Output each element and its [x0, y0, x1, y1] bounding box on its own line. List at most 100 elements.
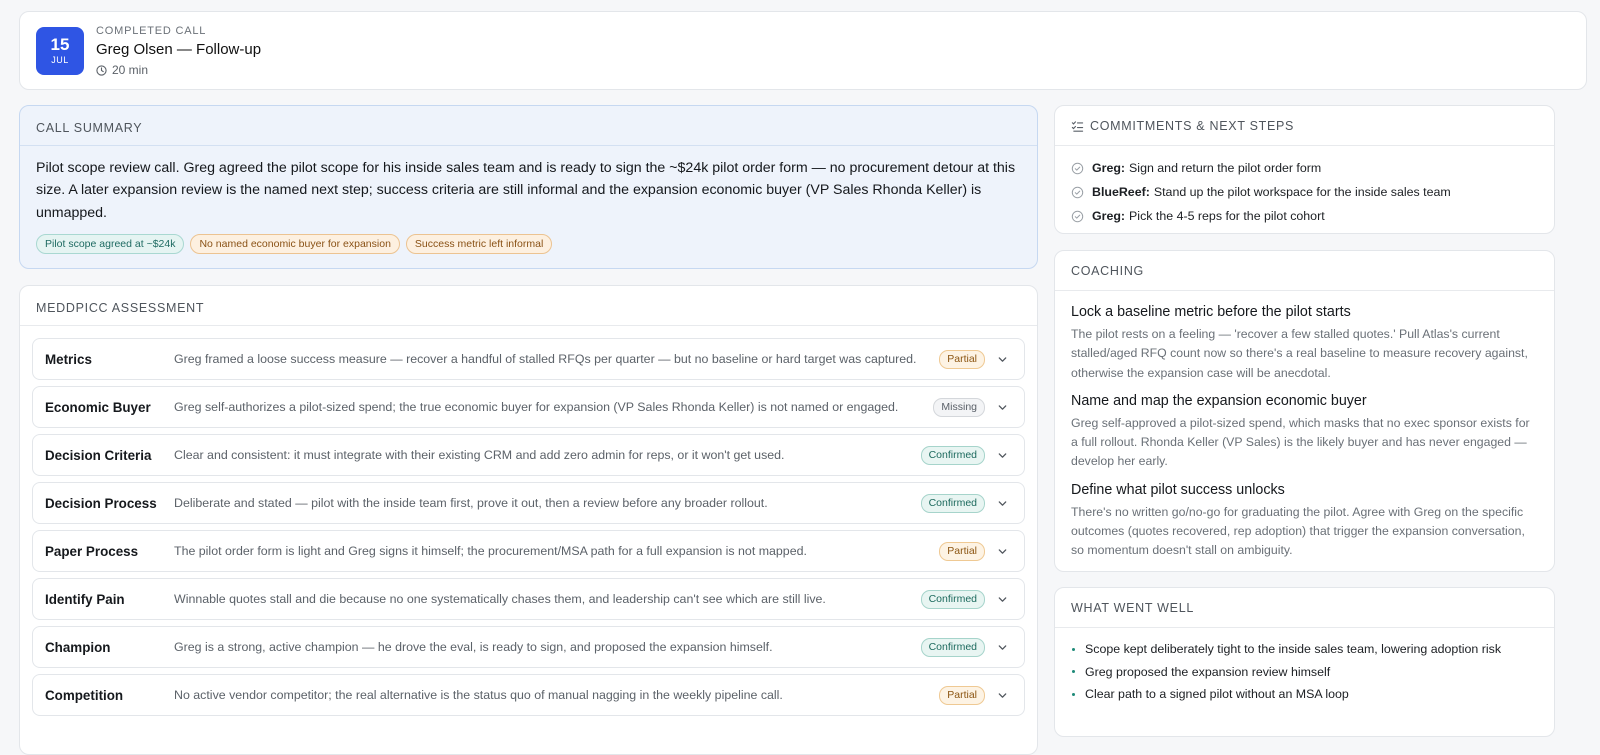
- commitments-list: Greg: Sign and return the pilot order for…: [1055, 146, 1554, 228]
- commitment-text: Sign and return the pilot order form: [1129, 161, 1322, 175]
- expand-row-button[interactable]: [997, 354, 1011, 365]
- went-well-item: Greg proposed the expansion review himse…: [1071, 661, 1538, 684]
- clock-icon: [96, 64, 107, 76]
- meddpicc-row-metrics[interactable]: Metrics Greg framed a loose success measu…: [32, 338, 1025, 380]
- coaching-title: COACHING: [1071, 264, 1144, 278]
- meddpicc-row-description: Clear and consistent: it must integrate …: [174, 448, 785, 462]
- chevron-down-icon: [998, 644, 1007, 650]
- meddpicc-row-description: Greg framed a loose success measure — re…: [174, 352, 917, 366]
- summary-tags: Pilot scope agreed at ~$24k No named econ…: [20, 224, 1037, 254]
- meddpicc-row-champion[interactable]: Champion Greg is a strong, active champio…: [32, 626, 1025, 668]
- went-well-text: Clear path to a signed pilot without an …: [1085, 687, 1349, 702]
- expand-row-button[interactable]: [997, 642, 1011, 653]
- commitment-owner: Greg:: [1092, 209, 1126, 223]
- meddpicc-panel: MEDDPICC ASSESSMENT Metrics Greg framed a…: [19, 285, 1038, 755]
- status-badge: Partial: [939, 685, 985, 705]
- meddpicc-row-identify-pain[interactable]: Identify Pain Winnable quotes stall and d…: [32, 578, 1025, 620]
- call-title: Greg Olsen — Follow-up: [96, 41, 262, 58]
- went-well-item: Clear path to a signed pilot without an …: [1071, 683, 1538, 706]
- meddpicc-row-name: Metrics: [45, 351, 92, 367]
- status-badge: Missing: [933, 397, 985, 417]
- chevron-down-icon: [998, 452, 1007, 458]
- status-badge: Confirmed: [920, 637, 985, 657]
- meddpicc-row-name: Competition: [45, 687, 124, 703]
- coaching-item-title: Name and map the expansion economic buye…: [1071, 392, 1367, 409]
- call-summary-title: CALL SUMMARY: [36, 121, 143, 135]
- coaching-item-title: Lock a baseline metric before the pilot …: [1071, 304, 1351, 320]
- pending-check-icon: [1071, 186, 1084, 198]
- date-badge: 15 JUL: [36, 26, 84, 75]
- status-badge: Confirmed: [920, 493, 985, 513]
- expand-row-button[interactable]: [997, 402, 1011, 413]
- coaching-list: Lock a baseline metric before the pilot …: [1055, 291, 1554, 561]
- meddpicc-row-name: Decision Criteria: [45, 447, 152, 463]
- meddpicc-row-name: Paper Process: [45, 543, 139, 559]
- expand-row-button[interactable]: [997, 690, 1011, 701]
- meddpicc-row-description: Winnable quotes stall and die because no…: [174, 592, 826, 606]
- meddpicc-row-description: The pilot order form is light and Greg s…: [174, 544, 807, 558]
- expand-row-button[interactable]: [997, 450, 1011, 461]
- call-header: 15 JUL COMPLETED CALL Greg Olsen — Follo…: [19, 11, 1587, 90]
- expand-row-button[interactable]: [997, 498, 1011, 509]
- meddpicc-rows: Metrics Greg framed a loose success measu…: [20, 326, 1037, 716]
- commitment-owner: Greg:: [1092, 161, 1126, 175]
- meddpicc-row-paper-process[interactable]: Paper Process The pilot order form is lig…: [32, 530, 1025, 572]
- pending-check-icon: [1071, 162, 1084, 174]
- chevron-down-icon: [998, 596, 1007, 602]
- chevron-down-icon: [998, 404, 1007, 410]
- status-badge: Partial: [939, 541, 985, 561]
- call-summary-panel: CALL SUMMARY Pilot scope review call. Gr…: [19, 105, 1038, 269]
- call-duration: 20 min: [96, 63, 261, 77]
- checklist-icon: [1071, 121, 1084, 132]
- commitment-item: Greg: Pick the 4-5 reps for the pilot coh…: [1071, 204, 1538, 228]
- meddpicc-row-description: No active vendor competitor; the real al…: [174, 688, 783, 702]
- meddpicc-row-name: Decision Process: [45, 495, 157, 511]
- commitments-panel: COMMITMENTS & NEXT STEPS Greg: Sign and r…: [1054, 105, 1555, 234]
- went-well-text: Scope kept deliberately tight to the ins…: [1085, 642, 1502, 657]
- coaching-item-text: Greg self-approved a pilot-sized spend, …: [1071, 415, 1530, 469]
- status-badge: Confirmed: [920, 445, 985, 465]
- went-well-item: Scope kept deliberately tight to the ins…: [1071, 638, 1538, 661]
- chevron-down-icon: [998, 356, 1007, 362]
- commitment-owner: BlueReef:: [1092, 185, 1150, 199]
- coaching-item: Lock a baseline metric before the pilot …: [1071, 303, 1538, 383]
- commitment-item: BlueReef: Stand up the pilot workspace fo…: [1071, 180, 1538, 204]
- date-month: JUL: [51, 54, 69, 65]
- status-badge: Confirmed: [920, 589, 985, 609]
- meddpicc-row-decision-process[interactable]: Decision Process Deliberate and stated — …: [32, 482, 1025, 524]
- meddpicc-row-name: Identify Pain: [45, 591, 125, 607]
- meddpicc-row-name: Champion: [45, 639, 111, 655]
- meddpicc-row-description: Deliberate and stated — pilot with the i…: [174, 496, 768, 510]
- coaching-item: Name and map the expansion economic buye…: [1071, 392, 1538, 472]
- bullet-icon: [1072, 692, 1075, 696]
- chevron-down-icon: [998, 500, 1007, 506]
- commitments-title: COMMITMENTS & NEXT STEPS: [1090, 119, 1295, 133]
- meddpicc-row-decision-criteria[interactable]: Decision Criteria Clear and consistent: i…: [32, 434, 1025, 476]
- meddpicc-row-competition[interactable]: Competition No active vendor competitor; …: [32, 674, 1025, 716]
- meddpicc-row-name: Economic Buyer: [45, 399, 151, 415]
- chevron-down-icon: [998, 548, 1007, 554]
- commitment-text: Stand up the pilot workspace for the ins…: [1153, 185, 1451, 199]
- bullet-icon: [1072, 647, 1075, 651]
- date-day: 15: [50, 34, 70, 54]
- duration-text: 20 min: [112, 63, 149, 77]
- expand-row-button[interactable]: [997, 546, 1011, 557]
- coaching-item-text: There's no written go/no-go for graduati…: [1071, 504, 1525, 558]
- summary-tag: Success metric left informal: [405, 233, 553, 254]
- call-summary-text: Pilot scope review call. Greg agreed the…: [36, 160, 1016, 221]
- commitment-text: Pick the 4-5 reps for the pilot cohort: [1129, 209, 1325, 223]
- commitment-item: Greg: Sign and return the pilot order for…: [1071, 156, 1538, 180]
- went-well-text: Greg proposed the expansion review himse…: [1085, 664, 1331, 679]
- meddpicc-row-description: Greg is a strong, active champion — he d…: [174, 640, 773, 654]
- went-well-panel: WHAT WENT WELL Scope kept deliberately t…: [1054, 587, 1555, 737]
- bullet-icon: [1072, 670, 1075, 674]
- status-badge: Partial: [939, 349, 985, 369]
- meddpicc-row-economic-buyer[interactable]: Economic Buyer Greg self-authorizes a pil…: [32, 386, 1025, 428]
- chevron-down-icon: [998, 692, 1007, 698]
- pending-check-icon: [1071, 210, 1084, 222]
- went-well-list: Scope kept deliberately tight to the ins…: [1055, 628, 1554, 706]
- coaching-panel: COACHING Lock a baseline metric before t…: [1054, 250, 1555, 572]
- summary-tag: Pilot scope agreed at ~$24k: [36, 233, 185, 254]
- meddpicc-title: MEDDPICC ASSESSMENT: [36, 301, 205, 315]
- expand-row-button[interactable]: [997, 594, 1011, 605]
